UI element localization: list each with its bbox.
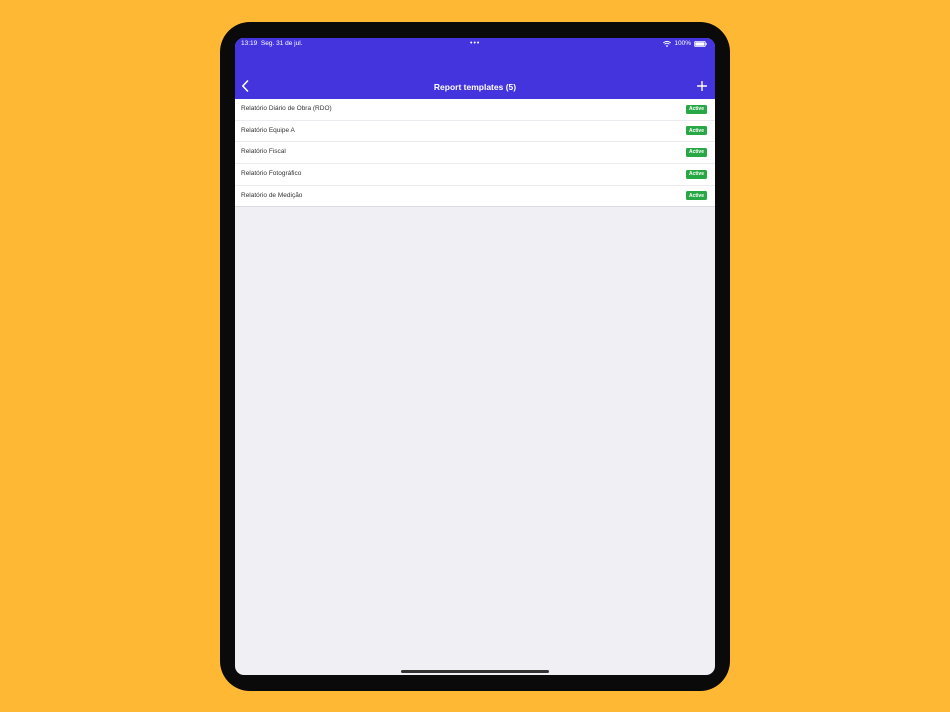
status-indicators: 100% (663, 40, 707, 47)
multitasking-dots[interactable]: ••• (470, 40, 480, 47)
status-time: 13:19 (241, 40, 258, 47)
status-badge: Active (685, 104, 707, 114)
status-time-date: 13:19 Seg. 31 de jul. (241, 40, 302, 47)
screen: 13:19 Seg. 31 de jul. ••• 100% Report te… (235, 38, 715, 675)
template-name: Relatório de Medição (241, 191, 303, 199)
tablet-frame: 13:19 Seg. 31 de jul. ••• 100% Report te… (220, 22, 730, 691)
wifi-icon (663, 40, 672, 47)
status-bar: 13:19 Seg. 31 de jul. ••• 100% (235, 38, 715, 58)
home-indicator[interactable] (401, 670, 549, 673)
list-item[interactable]: Relatório Equipe A Active (235, 119, 715, 142)
nav-bar: 13:19 Seg. 31 de jul. ••• 100% Report te… (235, 38, 715, 99)
template-name: Relatório Equipe A (241, 126, 295, 134)
status-badge: Active (685, 169, 707, 179)
template-name: Relatório Diário de Obra (RDO) (241, 105, 332, 112)
status-date: Seg. 31 de jul. (260, 40, 303, 47)
list-item[interactable]: Relatório Diário de Obra (RDO) Active (235, 99, 715, 120)
battery-percent: 100% (674, 40, 691, 47)
plus-icon (696, 78, 708, 96)
list-item[interactable]: Relatório Fiscal Active (235, 141, 715, 163)
status-badge: Active (685, 147, 707, 157)
add-template-button[interactable] (695, 80, 709, 94)
status-badge: Active (685, 191, 707, 201)
template-list: Relatório Diário de Obra (RDO) Active Re… (235, 99, 715, 208)
list-item[interactable]: Relatório Fotográfico Active (235, 163, 715, 185)
template-name: Relatório Fotográfico (241, 170, 302, 178)
template-name: Relatório Fiscal (241, 148, 286, 156)
list-item[interactable]: Relatório de Medição Active (235, 184, 715, 207)
battery-icon (694, 40, 707, 47)
page-title: Report templates (5) (433, 82, 517, 92)
status-badge: Active (685, 126, 707, 136)
